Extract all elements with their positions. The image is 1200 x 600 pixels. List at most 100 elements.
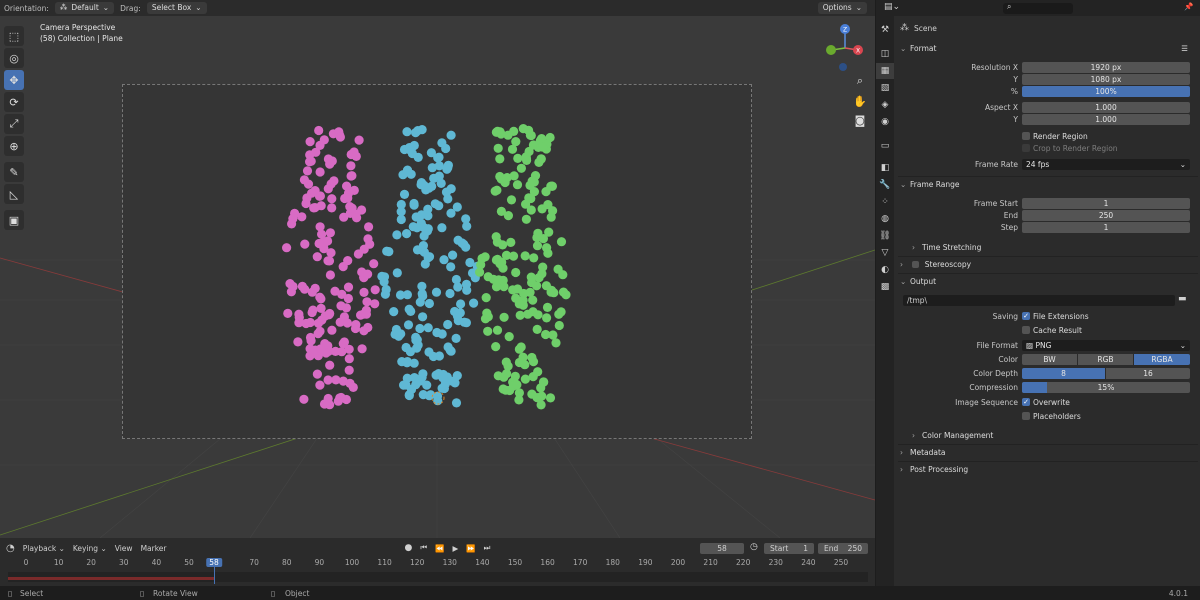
jump-end-icon[interactable]: ⏭ (484, 543, 491, 553)
render-region-checkbox[interactable] (1022, 132, 1030, 140)
panel-post-processing-header[interactable]: › Post Processing (900, 463, 1196, 477)
options-dropdown[interactable]: Options ⌄ (817, 2, 867, 14)
subpanel-time-stretching[interactable]: › Time Stretching (912, 241, 1200, 255)
color-bw-button[interactable]: BW (1022, 354, 1077, 365)
modifier-tab-icon[interactable]: 🔧 (876, 177, 894, 193)
cache-result-checkbox[interactable] (1022, 326, 1030, 334)
jump-start-icon[interactable]: ⏮ (420, 543, 427, 553)
properties-search-input[interactable]: ⌕ (1003, 2, 1073, 14)
cyan-particle (446, 130, 456, 140)
material-tab-icon[interactable]: ◐ (876, 262, 894, 278)
green-particle (532, 241, 543, 251)
aspect-x-field[interactable]: 1.000 (1022, 102, 1190, 113)
frame-start-field[interactable]: 1 (1022, 198, 1190, 209)
overwrite-checkbox[interactable]: ✓ (1022, 398, 1030, 406)
texture-tab-icon[interactable]: ▩ (876, 279, 894, 295)
data-tab-icon[interactable]: ▽ (876, 245, 894, 261)
output-path-input[interactable]: /tmp\ (903, 295, 1175, 306)
tool-tab-icon[interactable]: ⚒ (876, 22, 894, 38)
output-tab-icon[interactable]: ▦ (876, 63, 894, 79)
play-icon[interactable]: ▶ (452, 544, 458, 553)
measure-icon[interactable]: ◺ (4, 184, 24, 204)
y-axis-icon (826, 45, 836, 55)
stereoscopy-checkbox[interactable] (912, 261, 920, 268)
panel-stereoscopy-header[interactable]: › Stereoscopy (900, 258, 1196, 272)
color-rgb-button[interactable]: RGB (1078, 354, 1133, 365)
playback-menu[interactable]: Playback ⌄ (23, 544, 65, 553)
next-key-icon[interactable]: ⏩ (466, 544, 475, 553)
chevron-down-icon: ⌄ (900, 277, 907, 286)
orientation-dropdown[interactable]: ⁂ Default ⌄ (54, 2, 115, 14)
keying-menu[interactable]: Keying ⌄ (73, 544, 107, 553)
cyan-particle (451, 274, 461, 285)
scene-tab-icon[interactable]: ◈ (876, 97, 894, 113)
time-stretching-label: Time Stretching (922, 243, 982, 252)
3d-viewport[interactable] (0, 0, 875, 538)
frame-rate-dropdown[interactable]: 24 fps ⌄ (1022, 159, 1190, 170)
render-tab-icon[interactable]: ◫ (876, 46, 894, 62)
panel-format-header[interactable]: ⌄ Format ☰ (900, 42, 1196, 56)
scale-icon[interactable]: ⤢ (4, 114, 24, 134)
panel-frame-range-header[interactable]: ⌄ Frame Range (900, 178, 1196, 192)
add-cube-icon[interactable]: ▣ (4, 210, 24, 230)
depth-16-button[interactable]: 16 (1106, 368, 1190, 379)
pink-particle (315, 380, 325, 390)
record-icon[interactable]: ● (405, 543, 413, 553)
editor-type-icon[interactable]: ◔ (6, 543, 15, 554)
crop-checkbox[interactable] (1022, 144, 1030, 152)
orientation-label: Orientation: (4, 3, 49, 13)
file-format-dropdown[interactable]: ▨ PNG ⌄ (1022, 340, 1190, 351)
end-frame-field[interactable]: End 250 (818, 543, 868, 554)
camera-view-icon[interactable]: ◙ (852, 112, 868, 128)
cursor-icon[interactable]: ◎ (4, 48, 24, 68)
res-x-field[interactable]: 1920 px (1022, 62, 1190, 73)
object-tab-icon[interactable]: ◧ (876, 160, 894, 176)
view-layer-tab-icon[interactable]: ▧ (876, 80, 894, 96)
placeholders-checkbox[interactable] (1022, 412, 1030, 420)
folder-icon[interactable]: ▬ (1178, 294, 1187, 304)
pink-particle (306, 156, 316, 166)
res-y-field[interactable]: 1080 px (1022, 74, 1190, 85)
frame-end-field[interactable]: 250 (1022, 210, 1190, 221)
world-tab-icon[interactable]: ◉ (876, 114, 894, 130)
collection-tab-icon[interactable]: ▭ (876, 138, 894, 154)
view-menu[interactable]: View (115, 544, 133, 553)
move-icon[interactable]: ✥ (4, 70, 24, 90)
frame-step-field[interactable]: 1 (1022, 222, 1190, 233)
rotate-icon[interactable]: ⟳ (4, 92, 24, 112)
drag-dropdown[interactable]: Select Box ⌄ (146, 2, 207, 14)
current-frame-field[interactable]: 58 (700, 543, 744, 554)
editor-type-icon[interactable]: ▤⌄ (884, 2, 900, 12)
start-frame-field[interactable]: Start 1 (764, 543, 814, 554)
green-particle (509, 126, 519, 136)
playhead-line (214, 566, 215, 584)
select-box-icon[interactable]: ⬚ (4, 26, 24, 46)
prev-key-icon[interactable]: ⏪ (435, 544, 444, 553)
depth-8-button[interactable]: 8 (1022, 368, 1105, 379)
timeline-tick: 230 (768, 558, 783, 567)
particles-tab-icon[interactable]: ⁘ (876, 194, 894, 210)
color-rgba-button[interactable]: RGBA (1134, 354, 1190, 365)
res-percent-slider[interactable]: 100% (1022, 86, 1190, 97)
presets-icon[interactable]: ☰ (1181, 42, 1188, 56)
subpanel-color-management[interactable]: › Color Management (912, 429, 1200, 443)
constraints-tab-icon[interactable]: ⛓ (876, 228, 894, 244)
marker-menu[interactable]: Marker (141, 544, 167, 553)
file-extensions-checkbox[interactable]: ✓ (1022, 312, 1030, 320)
pin-icon[interactable]: 📌 (1184, 2, 1193, 11)
green-particle (546, 181, 556, 191)
aspect-y-field[interactable]: 1.000 (1022, 114, 1190, 125)
green-particle (524, 125, 534, 135)
compression-slider[interactable]: 15% (1022, 382, 1190, 393)
timeline-ruler[interactable]: 0 10 20 30 40 50 58 70 80 90 100 110 120 130 140 150 160… (0, 556, 875, 570)
panel-metadata-header[interactable]: › Metadata (900, 446, 1196, 460)
physics-tab-icon[interactable]: ◍ (876, 211, 894, 227)
transform-icon[interactable]: ⊕ (4, 136, 24, 156)
chevron-down-icon: ⌄ (900, 44, 907, 53)
panel-output-header[interactable]: ⌄ Output (900, 275, 1196, 289)
zoom-icon[interactable]: ⌕ (852, 73, 868, 89)
stereoscopy-label: Stereoscopy (924, 260, 972, 269)
annotate-icon[interactable]: ✎ (4, 162, 24, 182)
pan-hand-icon[interactable]: ✋ (852, 93, 868, 109)
view-name: Camera Perspective (40, 23, 116, 32)
